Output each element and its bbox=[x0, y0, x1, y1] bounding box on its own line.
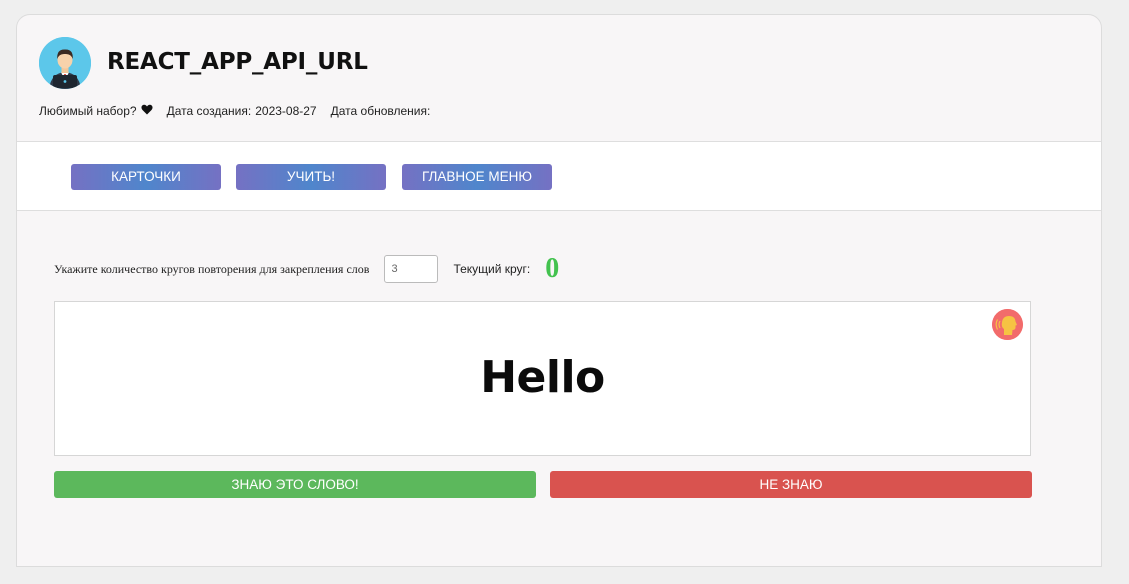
created-label: Дата создания: bbox=[166, 104, 252, 118]
heart-icon[interactable] bbox=[141, 104, 153, 118]
rounds-label: Укажите количество кругов повторения для… bbox=[54, 261, 370, 276]
current-round-value: 0 bbox=[545, 253, 560, 284]
dont-know-button[interactable]: НЕ ЗНАЮ bbox=[550, 471, 1032, 498]
know-word-button[interactable]: ЗНАЮ ЭТО СЛОВО! bbox=[54, 471, 536, 498]
cards-button[interactable]: КАРТОЧКИ bbox=[71, 164, 221, 190]
set-title: REACT_APP_API_URL bbox=[107, 49, 368, 75]
learn-button[interactable]: УЧИТЬ! bbox=[236, 164, 386, 190]
favorite-label: Любимый набор? bbox=[39, 104, 137, 118]
flashcard[interactable]: Hello bbox=[54, 301, 1031, 456]
current-round-label: Текущий круг: bbox=[453, 262, 531, 276]
rounds-settings: Укажите количество кругов повторения для… bbox=[54, 255, 559, 283]
set-header: REACT_APP_API_URL Любимый набор? Дата со… bbox=[17, 15, 1101, 141]
created-date: 2023-08-27 bbox=[255, 104, 317, 118]
user-avatar-icon bbox=[39, 37, 91, 89]
set-meta: Любимый набор? Дата создания: 2023-08-27… bbox=[39, 104, 434, 118]
updated-label: Дата обновления: bbox=[330, 104, 431, 118]
main-menu-button[interactable]: ГЛАВНОЕ МЕНЮ bbox=[402, 164, 552, 190]
speaking-head-icon[interactable] bbox=[992, 309, 1023, 340]
rounds-input[interactable] bbox=[384, 255, 439, 283]
set-nav: КАРТОЧКИ УЧИТЬ! ГЛАВНОЕ МЕНЮ bbox=[17, 141, 1101, 211]
flashcard-word: Hello bbox=[480, 352, 605, 403]
